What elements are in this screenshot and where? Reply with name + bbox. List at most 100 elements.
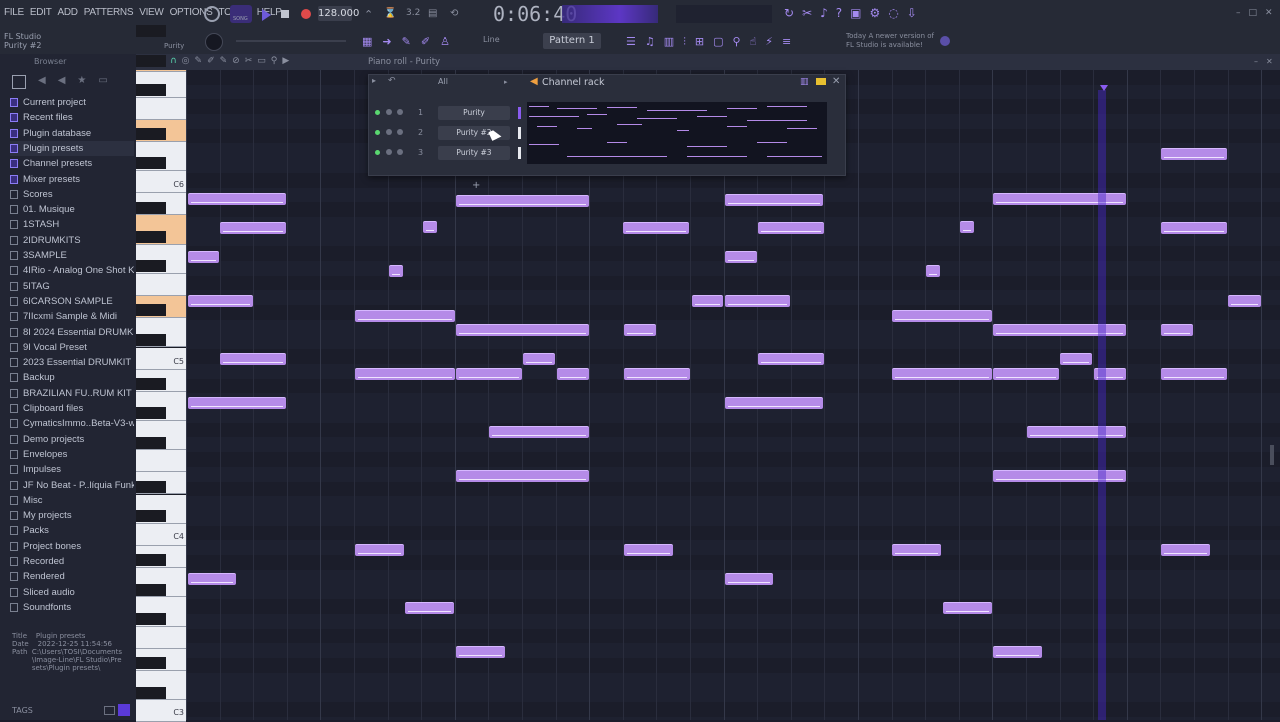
channel-pattern-preview[interactable] [527, 102, 827, 164]
midi-note[interactable] [355, 368, 455, 380]
help-icon[interactable]: ? [836, 6, 842, 20]
pan-knob[interactable] [386, 149, 392, 155]
rack-undo-icon[interactable]: ↶ [388, 76, 396, 86]
menu-edit[interactable]: EDIT [30, 7, 52, 18]
browser-item[interactable]: Mixer presets [10, 172, 134, 187]
browser-folder-icon[interactable]: ▭ [98, 75, 107, 89]
add-channel-icon[interactable]: + [472, 180, 480, 191]
browser-icon[interactable]: ⚲ [733, 35, 741, 49]
pr-close-icon[interactable]: ✕ [1266, 57, 1273, 66]
browser-item[interactable]: Soundfonts [10, 600, 134, 615]
rack-filter-arrow-icon[interactable]: ▸ [504, 78, 508, 86]
browser-item[interactable]: Impulses [10, 462, 134, 477]
volume-knob[interactable] [397, 109, 403, 115]
browser-item[interactable]: 6ICARSON SAMPLE [10, 294, 134, 309]
midi-note[interactable] [624, 368, 690, 380]
rack-steps-icon[interactable] [816, 78, 826, 85]
black-key[interactable] [136, 304, 166, 317]
midi-note[interactable] [220, 222, 286, 234]
midi-note[interactable] [188, 573, 236, 585]
browser-item[interactable]: Project bones [10, 539, 134, 554]
channel-name-button[interactable]: Purity [438, 106, 510, 120]
midi-note[interactable] [188, 193, 286, 205]
tags-folder-icon[interactable] [104, 706, 115, 715]
menu-file[interactable]: FILE [4, 7, 24, 18]
piano-roll-icon[interactable]: ♫ [645, 35, 655, 49]
browser-item[interactable]: Rendered [10, 569, 134, 584]
mute-led-icon[interactable] [375, 150, 380, 155]
midi-note[interactable] [456, 324, 589, 336]
midi-note[interactable] [725, 295, 790, 307]
midi-note[interactable] [355, 544, 404, 556]
black-key[interactable] [136, 583, 166, 596]
browser-item[interactable]: Current project [10, 95, 134, 110]
midi-note[interactable] [725, 194, 823, 206]
midi-note[interactable] [725, 251, 757, 263]
close-icon[interactable]: ✕ [1265, 8, 1273, 18]
midi-note[interactable] [188, 397, 286, 409]
browser-item[interactable]: CymaticsImmo..Beta-V3-w2g [10, 416, 134, 431]
midi-note[interactable] [557, 368, 589, 380]
browser-star-icon[interactable]: ★ [77, 75, 86, 89]
black-key[interactable] [136, 54, 166, 67]
plugin-picker-icon[interactable]: ▢ [713, 35, 723, 49]
channel-select-indicator[interactable] [518, 107, 521, 119]
mic-icon[interactable]: ♪ [820, 6, 828, 20]
browser-item[interactable]: Scores [10, 187, 134, 202]
browser-item[interactable]: Plugin database [10, 126, 134, 141]
playhead-marker[interactable] [1100, 85, 1108, 91]
browser-back-icon[interactable]: ◀ [38, 75, 46, 89]
channel-select-indicator[interactable] [518, 147, 521, 159]
browser-item[interactable]: Sliced audio [10, 585, 134, 600]
browser-item[interactable]: Plugin presets [10, 140, 134, 156]
maximize-icon[interactable]: □ [1249, 8, 1258, 18]
master-slider[interactable] [236, 40, 346, 42]
black-key[interactable] [136, 554, 166, 567]
account-icon[interactable] [940, 36, 950, 46]
browser-item[interactable]: Misc [10, 493, 134, 508]
mute-led-icon[interactable] [375, 110, 380, 115]
midi-note[interactable] [456, 368, 522, 380]
black-key[interactable] [136, 25, 166, 38]
browser-item[interactable]: Recent files [10, 110, 134, 125]
midi-note[interactable] [489, 426, 589, 438]
white-key[interactable] [136, 70, 186, 72]
midi-note[interactable] [943, 602, 992, 614]
black-key[interactable] [136, 230, 166, 243]
rack-graph-icon[interactable]: ▥ [800, 77, 809, 87]
browser-item[interactable]: My projects [10, 508, 134, 523]
midi-note[interactable] [926, 265, 940, 277]
black-key[interactable] [136, 260, 166, 273]
draw-icon[interactable]: ✎ [402, 35, 411, 48]
stamp-icon[interactable]: ♙ [440, 35, 450, 48]
blend-notes-icon[interactable]: ▤ [428, 8, 437, 19]
browser-item[interactable]: 2023 Essential DRUMKIT [10, 355, 134, 370]
browser-item[interactable]: Demo projects [10, 432, 134, 447]
pr-delete-icon[interactable]: ✎ [220, 56, 228, 66]
download-icon[interactable]: ⇩ [907, 6, 917, 20]
browser-item[interactable]: 2IDRUMKITS [10, 233, 134, 248]
white-key[interactable] [136, 626, 186, 649]
midi-note[interactable] [692, 295, 723, 307]
midi-note[interactable] [624, 324, 656, 336]
black-key[interactable] [136, 201, 166, 214]
minimize-icon[interactable]: – [1236, 8, 1241, 18]
midi-note[interactable] [456, 646, 505, 658]
midi-note[interactable] [456, 470, 589, 482]
midi-note[interactable] [389, 265, 403, 277]
refresh-icon[interactable]: ↻ [784, 6, 794, 20]
black-key[interactable] [136, 510, 166, 523]
wait-input-icon[interactable]: ⌛ [384, 8, 396, 19]
tempo-tap-icon[interactable]: ⚡ [765, 35, 773, 49]
rack-close-icon[interactable]: ✕ [832, 76, 840, 87]
pr-select-icon[interactable]: ▭ [257, 56, 266, 66]
stop-button[interactable] [281, 10, 289, 18]
midi-note[interactable] [188, 295, 253, 307]
volume-knob[interactable] [397, 149, 403, 155]
midi-note[interactable] [960, 221, 974, 233]
midi-note[interactable] [1161, 148, 1227, 160]
record-button[interactable] [301, 9, 311, 19]
midi-note[interactable] [423, 221, 437, 233]
midi-note[interactable] [1228, 295, 1261, 307]
black-key[interactable] [136, 157, 166, 170]
